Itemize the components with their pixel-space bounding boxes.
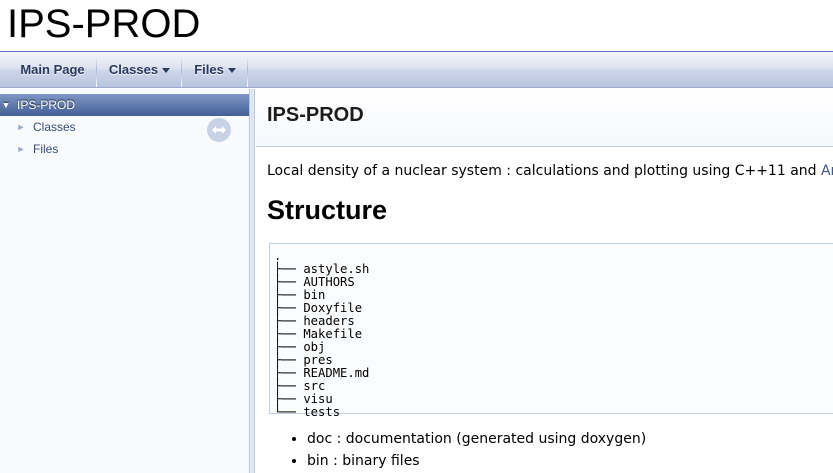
chevron-down-icon: [227, 67, 236, 73]
list-item: doc : documentation (generated using dox…: [307, 428, 646, 450]
sidebar-item-label: Files: [33, 142, 59, 156]
tree-line: ├── README.md: [274, 366, 370, 380]
tree-line: ├── astyle.sh: [274, 262, 370, 276]
sidebar-item-label: IPS-PROD: [17, 98, 76, 112]
tab-classes[interactable]: Classes: [97, 52, 182, 87]
content-header: IPS-PROD: [256, 89, 833, 147]
expand-arrow-icon[interactable]: ►: [15, 144, 27, 154]
tree-line: ├── src: [274, 379, 326, 393]
tab-main-page-label: Main Page: [20, 62, 85, 77]
intro-paragraph: Local density of a nuclear system : calc…: [267, 163, 833, 179]
tree-line: ├── Makefile: [274, 327, 363, 341]
project-name: IPS-PROD: [7, 2, 201, 46]
tab-separator: [247, 52, 248, 87]
main-navbar: Main Page Classes Files: [0, 52, 833, 88]
directory-tree: . ├── astyle.sh ├── AUTHORS ├── bin ├── …: [274, 250, 369, 419]
tree-line: ├── pres: [274, 353, 333, 367]
split-bar[interactable]: [249, 89, 255, 473]
side-nav: ▼ IPS-PROD ► Classes ► Files: [0, 89, 249, 473]
chevron-down-icon: [162, 67, 171, 73]
intro-text: Local density of a nuclear system : calc…: [267, 163, 821, 179]
tree-line: .: [274, 249, 282, 263]
tree-line: ├── Doxyfile: [274, 301, 363, 315]
page-title: IPS-PROD: [267, 104, 364, 126]
sidebar-item-label: Classes: [33, 120, 76, 134]
tab-main-page[interactable]: Main Page: [0, 52, 97, 87]
tree-line: ├── headers: [274, 314, 355, 328]
tree-line: ├── AUTHORS: [274, 275, 355, 289]
tree-line: ├── obj: [274, 340, 326, 354]
title-area: IPS-PROD: [0, 0, 833, 52]
tree-line: ├── bin: [274, 288, 326, 302]
code-fragment: . ├── astyle.sh ├── AUTHORS ├── bin ├── …: [269, 243, 833, 419]
expand-arrow-icon[interactable]: ▼: [0, 100, 12, 110]
tab-files[interactable]: Files: [182, 52, 248, 87]
section-heading: Structure: [267, 195, 388, 225]
tab-files-label: Files: [194, 62, 224, 77]
tab-classes-label: Classes: [108, 62, 159, 77]
tree-line: ├── visu: [274, 392, 333, 406]
list-item: bin : binary files: [307, 450, 646, 472]
expand-arrow-icon[interactable]: ►: [15, 122, 27, 132]
bullet-list: doc : documentation (generated using dox…: [307, 428, 646, 472]
tree-line: └── tests: [274, 405, 341, 419]
sidebar-item-ips-prod[interactable]: ▼ IPS-PROD: [0, 94, 249, 116]
sync-toggle-icon[interactable]: [207, 118, 231, 142]
armadillo-link[interactable]: Armadillo: [821, 163, 833, 179]
doc-content: IPS-PROD Local density of a nuclear syst…: [256, 89, 833, 473]
